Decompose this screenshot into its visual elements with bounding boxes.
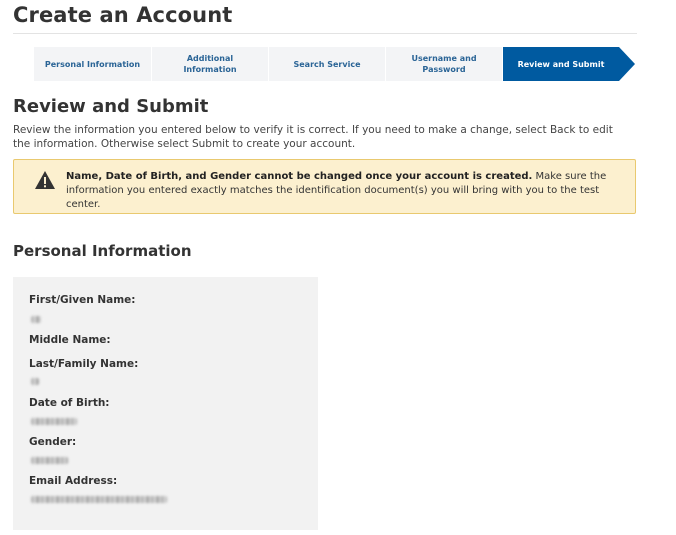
email-address-value-redacted xyxy=(31,496,167,503)
gender-value-redacted xyxy=(31,457,68,464)
warning-triangle-icon xyxy=(35,171,55,189)
title-divider xyxy=(13,33,637,34)
gender-label: Gender: xyxy=(29,436,77,448)
warning-alert: Name, Date of Birth, and Gender cannot b… xyxy=(13,159,636,214)
date-of-birth-label: Date of Birth: xyxy=(29,397,110,409)
last-name-label: Last/Family Name: xyxy=(29,358,139,370)
page-title: Create an Account xyxy=(13,3,233,27)
warning-bold-text: Name, Date of Birth, and Gender cannot b… xyxy=(66,171,533,182)
date-of-birth-value-redacted xyxy=(31,418,77,425)
first-name-label: First/Given Name: xyxy=(29,294,136,306)
progress-steps: Personal Information Additional Informat… xyxy=(34,47,636,81)
personal-information-heading: Personal Information xyxy=(13,242,192,260)
step-personal-information: Personal Information xyxy=(34,47,151,81)
step-username-and-password: Username and Password xyxy=(385,47,502,81)
step-search-service: Search Service xyxy=(268,47,385,81)
first-name-value-redacted xyxy=(31,316,41,323)
intro-text: Review the information you entered below… xyxy=(13,124,613,150)
section-title: Review and Submit xyxy=(13,96,209,117)
step-review-and-submit: Review and Submit xyxy=(502,47,635,81)
email-address-label: Email Address: xyxy=(29,475,118,487)
last-name-value-redacted xyxy=(31,378,39,385)
personal-information-panel: First/Given Name: Middle Name: Last/Fami… xyxy=(13,277,318,530)
step-additional-information: Additional Information xyxy=(151,47,268,81)
middle-name-label: Middle Name: xyxy=(29,334,111,346)
warning-message: Name, Date of Birth, and Gender cannot b… xyxy=(66,170,631,212)
